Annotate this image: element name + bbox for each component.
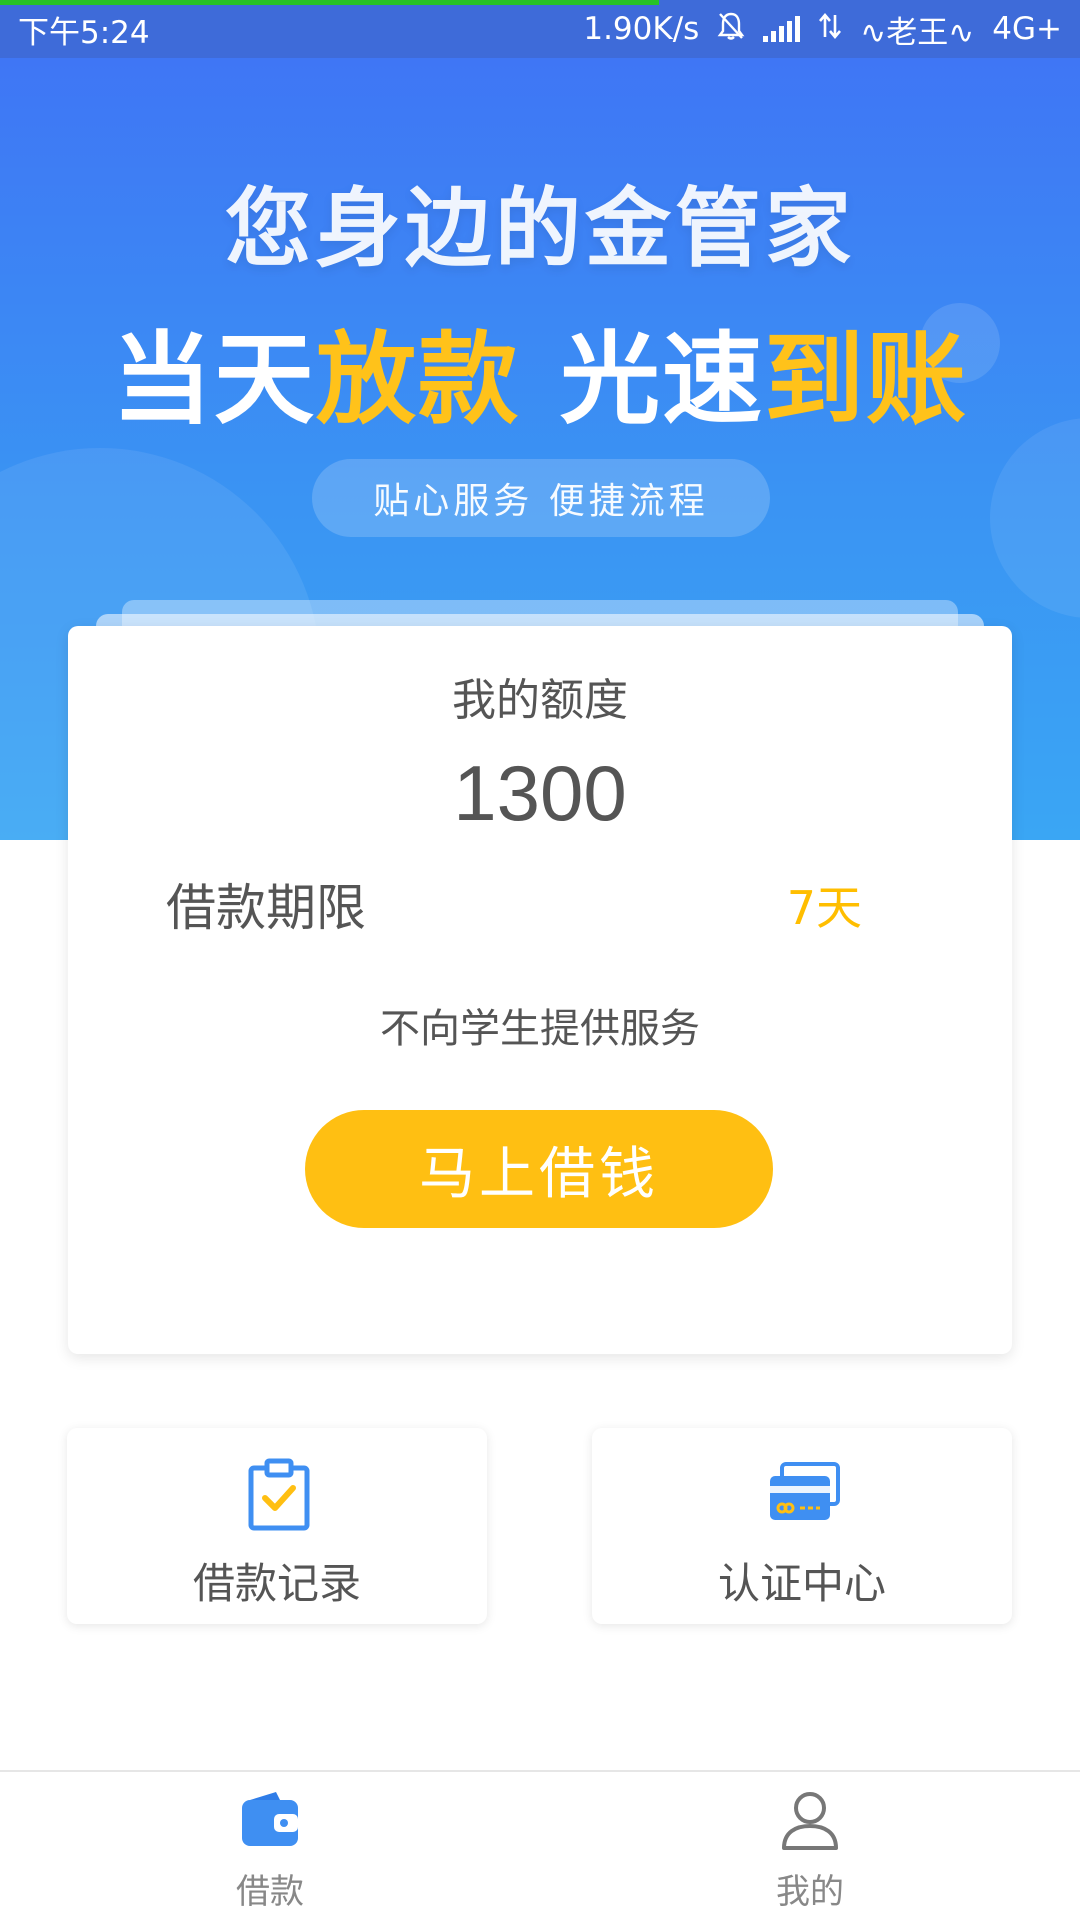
- carrier-decoration-icon: ∿: [860, 14, 887, 51]
- hero-tagline: 贴心服务 便捷流程: [312, 459, 770, 537]
- verification-center-label: 认证中心: [717, 1559, 886, 1608]
- status-bar: 下午5:24 1.90K/s ∿老王∿ 4G+: [0, 0, 1080, 58]
- clipboard-check-icon: [241, 1456, 317, 1532]
- tab-loan[interactable]: 借款: [0, 1772, 540, 1920]
- status-time: 下午5:24: [18, 14, 150, 51]
- quota-label: 我的额度: [452, 675, 628, 726]
- tab-mine-label: 我的: [776, 1872, 844, 1912]
- signal-icon: [763, 16, 801, 42]
- hero-slogan: 当天放款 光速到账: [0, 298, 1080, 443]
- page-load-progress: [0, 0, 659, 5]
- hero-title: 您身边的金管家: [225, 179, 855, 279]
- tab-mine[interactable]: 我的: [540, 1772, 1080, 1920]
- student-notice: 不向学生提供服务: [380, 1006, 700, 1052]
- slogan-part1-white: 当天: [112, 321, 316, 438]
- borrow-now-button[interactable]: 马上借钱: [305, 1110, 773, 1228]
- notification-off-icon: [717, 11, 745, 47]
- carrier-label: ∿老王∿: [860, 7, 974, 52]
- quota-card: 我的额度 1300 借款期限 7天 不向学生提供服务 马上借钱: [68, 626, 1012, 1354]
- tab-loan-label: 借款: [236, 1872, 304, 1912]
- hero-decoration-circle: [990, 418, 1080, 618]
- slogan-part1-yellow: 放款: [316, 321, 520, 438]
- credit-card-icon: [766, 1456, 842, 1532]
- status-right-group: 1.90K/s ∿老王∿ 4G+: [583, 7, 1062, 52]
- loan-term-label: 借款期限: [166, 879, 366, 937]
- carrier-name: 老王: [886, 14, 949, 51]
- loan-records-card[interactable]: 借款记录: [67, 1428, 487, 1624]
- slogan-part2-white: 光速: [560, 321, 764, 438]
- bottom-tab-bar: 借款 我的: [0, 1770, 1080, 1920]
- data-transfer-icon: [818, 11, 842, 47]
- loan-records-label: 借款记录: [192, 1559, 361, 1608]
- network-speed: 1.90K/s: [583, 11, 700, 47]
- quota-amount: 1300: [453, 749, 627, 837]
- network-type: 4G+: [992, 11, 1062, 47]
- user-icon: [776, 1786, 844, 1854]
- wallet-icon: [236, 1786, 304, 1854]
- verification-center-card[interactable]: 认证中心: [592, 1428, 1012, 1624]
- loan-term-value: 7天: [786, 881, 862, 935]
- slogan-part2-yellow: 到账: [764, 321, 968, 438]
- carrier-decoration-icon-right: ∿: [948, 14, 975, 51]
